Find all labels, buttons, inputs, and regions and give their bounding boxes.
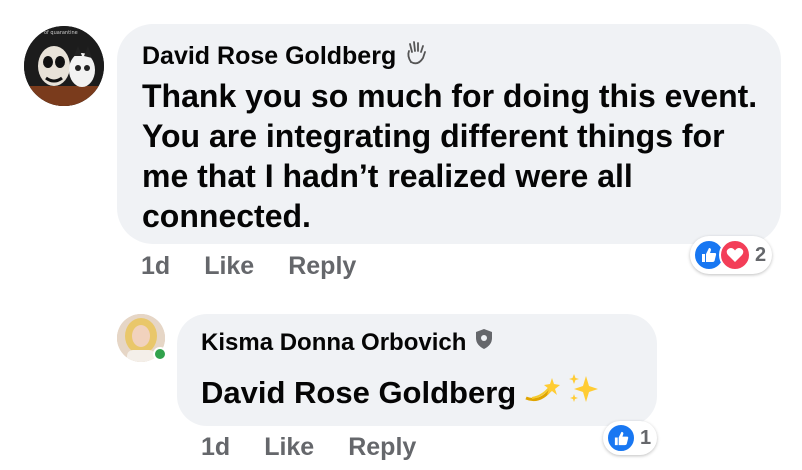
avatar-caption: of quarantine [44,30,78,36]
like-button[interactable]: Like [204,252,254,281]
reply-button[interactable]: Reply [348,433,416,462]
reaction-summary[interactable]: 1 [603,421,658,455]
like-button[interactable]: Like [264,433,314,462]
online-status-dot [153,347,167,361]
reaction-summary[interactable]: 2 [690,236,773,274]
author-name[interactable]: David Rose Goldberg [142,42,396,71]
avatar[interactable]: of quarantine [24,26,104,106]
comment-text: Thank you so much for doing this event. … [142,78,758,234]
reply-author: Kisma Donna Orbovich [201,328,494,357]
sparkles-icon [566,372,600,414]
author-name[interactable]: Kisma Donna Orbovich [201,329,466,357]
like-reaction-icon [606,423,636,453]
reply-actions: 1d Like Reply [201,433,416,462]
comment-timestamp[interactable]: 1d [141,252,170,281]
love-reaction-icon [719,239,751,271]
dizzy-icon [522,374,561,412]
reply-text: David Rose Goldberg [201,372,600,414]
reaction-count: 2 [755,243,767,266]
mention-link[interactable]: David Rose Goldberg [201,375,516,411]
comment-actions: 1d Like Reply [141,252,356,281]
avatar-image: of quarantine [24,26,104,106]
shield-icon [474,328,494,357]
reply-avatar[interactable] [117,314,167,362]
reaction-count: 1 [640,426,652,449]
reply-button[interactable]: Reply [288,252,356,281]
comment-author: David Rose Goldberg [142,40,428,73]
reply-timestamp[interactable]: 1d [201,433,230,462]
waving-hand-icon [404,40,428,73]
